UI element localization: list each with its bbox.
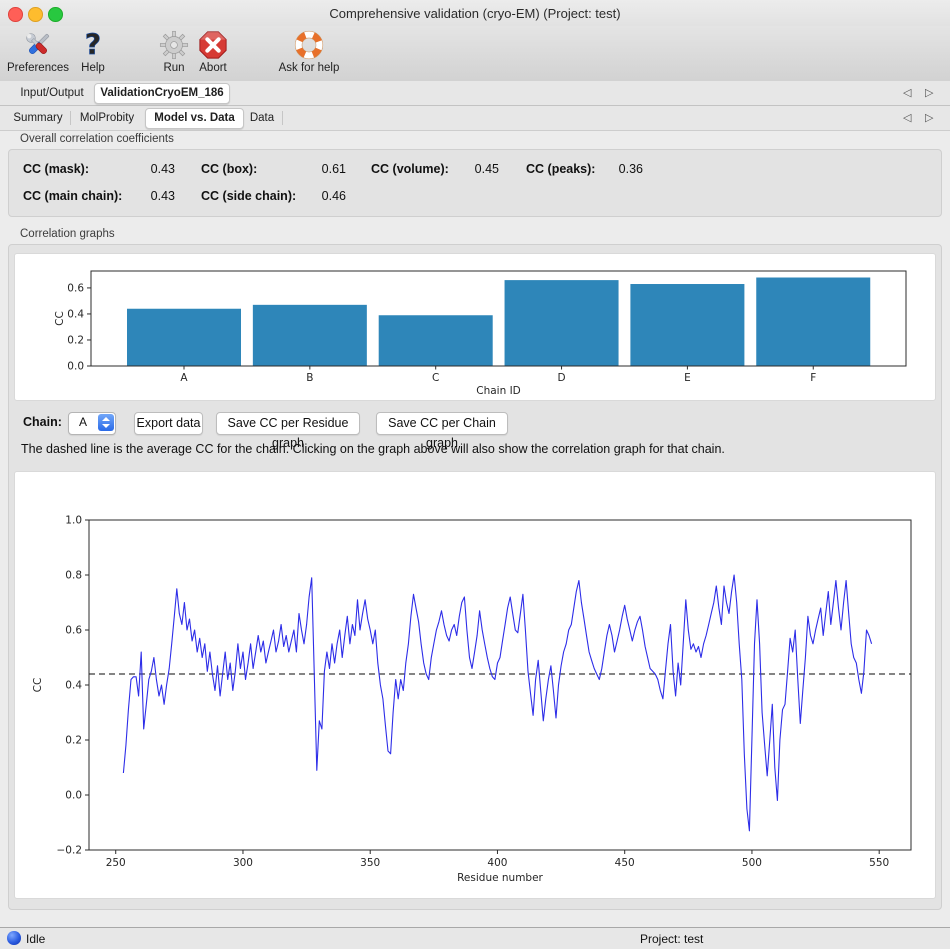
tab-scroll-right-icon[interactable]: ▷ <box>925 110 933 126</box>
window-title: Comprehensive validation (cryo-EM) (Proj… <box>0 6 950 21</box>
stepper-arrows-icon <box>98 414 114 431</box>
main-tab-bar: Input/Output ValidationCryoEM_186 ◁ ▷ <box>0 81 950 106</box>
tab-molprobity[interactable]: MolProbity <box>72 106 142 130</box>
svg-text:A: A <box>180 372 188 384</box>
svg-text:0.4: 0.4 <box>65 680 82 692</box>
cc-per-residue-chart: 250 300 350 400 450 500 550 −0.2 0.0 0.2 0.4 0.6 0.8… <box>14 471 936 899</box>
tools-icon <box>21 28 55 62</box>
tab-model-vs-data[interactable]: Model vs. Data <box>145 108 244 129</box>
svg-text:1.0: 1.0 <box>65 515 82 527</box>
correlation-graphs-group-title: Correlation graphs <box>20 228 115 240</box>
toolbar-item-label: Help <box>75 62 111 74</box>
gear-icon <box>157 28 191 62</box>
cc-per-residue-line-chart: 250 300 350 400 450 500 550 −0.2 0.0 0.2 0.4 0.6 0.8… <box>15 472 935 898</box>
preferences-button[interactable]: Preferences <box>0 28 76 74</box>
cc-main-chain-value: 0.43 <box>127 188 175 204</box>
cc-volume-value: 0.45 <box>451 161 499 177</box>
tab-separator <box>282 111 283 125</box>
cc-per-chain-chart[interactable]: 0.0 0.2 0.4 0.6 A B C D E F Chain ID CC <box>14 253 936 401</box>
toolbar-item-label: Ask for help <box>276 62 342 74</box>
chain-select[interactable]: A <box>68 412 116 435</box>
ask-for-help-button[interactable]: Ask for help <box>276 28 342 74</box>
svg-text:B: B <box>306 372 313 384</box>
svg-text:300: 300 <box>233 857 253 869</box>
svg-text:450: 450 <box>615 857 635 869</box>
export-data-button[interactable]: Export data <box>134 412 203 435</box>
svg-text:400: 400 <box>487 857 507 869</box>
svg-text:0.6: 0.6 <box>67 282 84 294</box>
save-cc-per-residue-graph-button[interactable]: Save CC per Residue graph <box>216 412 360 435</box>
tab-scroll-left-icon[interactable]: ◁ <box>903 85 911 101</box>
cc-side-chain-label: CC (side chain): <box>201 188 296 204</box>
project-label: Project: test <box>640 932 703 946</box>
svg-text:CC: CC <box>54 311 66 326</box>
svg-text:F: F <box>810 372 816 384</box>
svg-text:0.8: 0.8 <box>65 570 82 582</box>
overall-cc-panel: CC (mask): 0.43 CC (box): 0.61 CC (volum… <box>8 149 942 217</box>
cc-per-chain-bar-chart[interactable]: 0.0 0.2 0.4 0.6 A B C D E F Chain ID CC <box>15 254 935 400</box>
svg-text:350: 350 <box>360 857 380 869</box>
tab-data[interactable]: Data <box>244 106 280 130</box>
svg-text:D: D <box>558 372 566 384</box>
status-indicator-icon <box>7 931 21 945</box>
svg-text:0.4: 0.4 <box>67 308 84 320</box>
svg-text:−0.2: −0.2 <box>57 845 83 857</box>
cc-mask-value: 0.43 <box>127 161 175 177</box>
status-bar: Idle Project: test <box>0 927 950 949</box>
help-button[interactable]: ? Help <box>75 28 111 74</box>
cc-peaks-label: CC (peaks): <box>526 161 595 177</box>
tab-summary[interactable]: Summary <box>8 106 68 130</box>
run-button[interactable]: Run <box>156 28 192 74</box>
tab-scroll-right-icon[interactable]: ▷ <box>925 85 933 101</box>
cc-mask-label: CC (mask): <box>23 161 89 177</box>
cc-box-label: CC (box): <box>201 161 257 177</box>
svg-text:550: 550 <box>869 857 889 869</box>
stop-x-icon <box>196 28 230 62</box>
cc-main-chain-label: CC (main chain): <box>23 188 122 204</box>
svg-text:E: E <box>684 372 691 384</box>
chain-select-value: A <box>69 415 97 429</box>
toolbar-item-label: Run <box>156 62 192 74</box>
dashed-line-note: The dashed line is the average CC for th… <box>21 442 931 456</box>
svg-text:0.0: 0.0 <box>67 361 84 373</box>
svg-text:0.2: 0.2 <box>67 334 84 346</box>
svg-text:CC: CC <box>32 678 44 693</box>
svg-text:?: ? <box>85 28 101 61</box>
app-window: Comprehensive validation (cryo-EM) (Proj… <box>0 0 950 949</box>
svg-text:250: 250 <box>106 857 126 869</box>
abort-button[interactable]: Abort <box>193 28 233 74</box>
svg-text:500: 500 <box>742 857 762 869</box>
tab-input-output[interactable]: Input/Output <box>12 81 92 105</box>
sub-tab-bar: Summary MolProbity Model vs. Data Data ◁… <box>0 106 950 131</box>
toolbar-item-label: Abort <box>193 62 233 74</box>
svg-text:0.6: 0.6 <box>65 625 82 637</box>
tab-validationcryoem-186[interactable]: ValidationCryoEM_186 <box>94 83 230 104</box>
toolbar: Preferences ? Help <box>0 26 950 82</box>
svg-text:0.2: 0.2 <box>65 735 82 747</box>
toolbar-item-label: Preferences <box>0 62 76 74</box>
cc-peaks-value: 0.36 <box>594 161 643 177</box>
svg-text:C: C <box>432 372 439 384</box>
correlation-graphs-panel: 0.0 0.2 0.4 0.6 A B C D E F Chain ID CC Chain: A Ex… <box>8 244 942 910</box>
svg-text:0.0: 0.0 <box>65 790 82 802</box>
overall-cc-group-title: Overall correlation coefficients <box>20 133 174 145</box>
tab-separator <box>70 111 71 125</box>
svg-text:Residue number: Residue number <box>457 872 543 884</box>
cc-volume-label: CC (volume): <box>371 161 449 177</box>
cc-side-chain-value: 0.46 <box>301 188 346 204</box>
tab-scroll-left-icon[interactable]: ◁ <box>903 110 911 126</box>
cc-box-value: 0.61 <box>301 161 346 177</box>
chain-label: Chain: <box>23 415 62 429</box>
svg-text:Chain ID: Chain ID <box>476 385 521 397</box>
save-cc-per-chain-graph-button[interactable]: Save CC per Chain graph <box>376 412 508 435</box>
life-ring-icon <box>292 28 326 62</box>
status-text: Idle <box>26 932 45 946</box>
question-mark-icon: ? <box>76 28 110 62</box>
title-bar: Comprehensive validation (cryo-EM) (Proj… <box>0 0 950 26</box>
